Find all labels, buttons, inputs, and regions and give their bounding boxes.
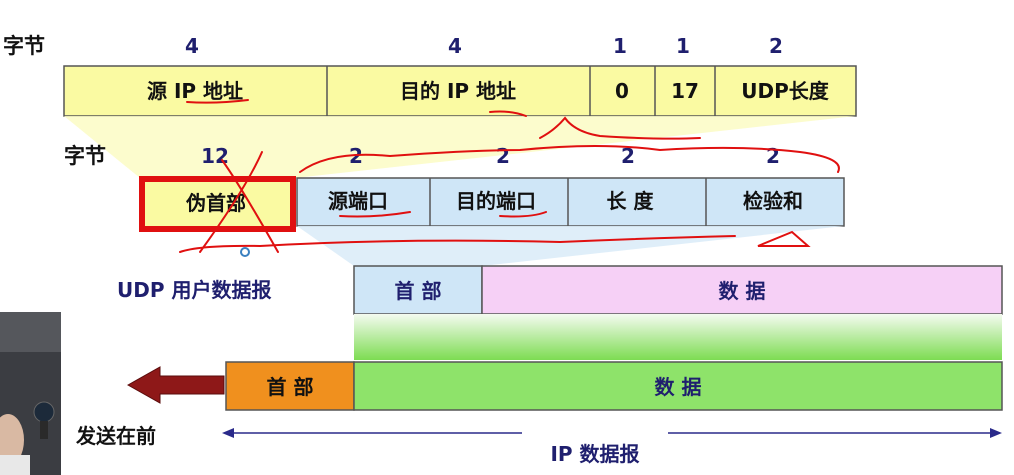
pseudo-field-udp-length: UDP长度 <box>741 79 830 103</box>
pseudo-field-dest-ip: 目的 IP 地址 <box>400 79 516 103</box>
ip-datagram-label: IP 数据报 <box>550 442 639 466</box>
presenter-webcam-overlay <box>0 312 61 475</box>
pseudo-byte-count: 1 <box>676 34 690 58</box>
udp-datagram-row: 首 部 数 据 <box>353 265 1003 315</box>
send-direction-arrow-icon <box>126 366 225 404</box>
udp-field-source-port: 源端口 <box>328 189 388 213</box>
ip-datagram-span-arrow <box>222 428 1002 438</box>
udp-header-row: 源端口 目的端口 长 度 检验和 <box>296 177 845 227</box>
pseudo-byte-count: 2 <box>769 34 783 58</box>
udp-byte-count: 2 <box>766 144 780 168</box>
pseudo-header-row: 源 IP 地址 目的 IP 地址 0 17 UDP长度 <box>63 65 857 117</box>
pseudo-byte-count: 4 <box>448 34 462 58</box>
udp-pseudo-header-diagram: 字节 4 4 1 1 2 源 IP 地址 目的 IP 地址 0 17 UDP长度… <box>0 34 1003 475</box>
udp-datagram-header-label: 首 部 <box>395 279 442 303</box>
pseudo-header-byte-counts: 4 4 1 1 2 <box>185 34 783 58</box>
ip-datagram-data-label: 数 据 <box>655 375 702 399</box>
pseudo-header-funnel <box>64 116 856 178</box>
udp-field-dest-port: 目的端口 <box>456 189 536 213</box>
udp-byte-count: 2 <box>496 144 510 168</box>
pseudo-field-protocol: 17 <box>671 79 699 103</box>
pseudo-byte-count: 4 <box>185 34 199 58</box>
pseudo-header-bytes-label: 字节 <box>3 34 45 58</box>
ip-datagram-header-label: 首 部 <box>267 375 314 399</box>
send-first-label: 发送在前 <box>75 424 156 448</box>
ip-datagram-row: 首 部 数 据 <box>225 361 1003 411</box>
pseudo-header-label: 伪首部 <box>185 191 246 215</box>
udp-field-checksum: 检验和 <box>743 189 803 213</box>
udp-field-length: 长 度 <box>607 189 655 213</box>
encapsulation-band <box>354 314 1002 360</box>
pseudo-field-zero: 0 <box>615 79 629 103</box>
udp-header-bytes-label: 字节 <box>64 144 106 168</box>
pseudo-field-source-ip: 源 IP 地址 <box>147 79 243 103</box>
pseudo-byte-count: 1 <box>613 34 627 58</box>
udp-datagram-data-label: 数 据 <box>719 279 766 303</box>
udp-datagram-label: UDP 用户数据报 <box>117 278 271 302</box>
